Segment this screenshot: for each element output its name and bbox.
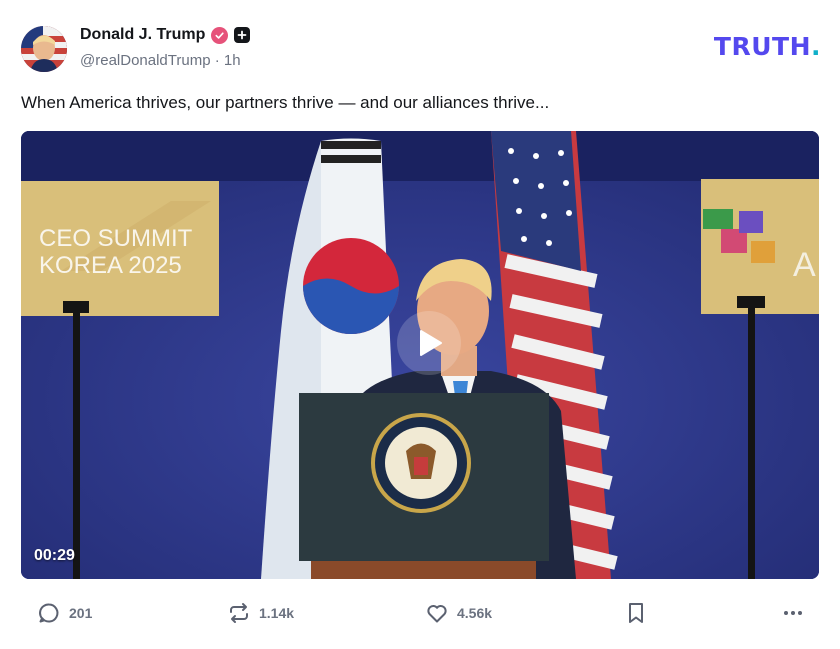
retruth-count: 1.14k (259, 605, 295, 621)
verified-badge-icon (211, 26, 229, 44)
reply-button[interactable]: 201 (37, 598, 92, 628)
post-time[interactable]: 1h (224, 52, 241, 69)
video-player[interactable]: CEO SUMMIT KOREA 2025 A 00:29 (21, 131, 819, 579)
bookmark-icon (629, 603, 643, 623)
banner-right-letter: A (793, 246, 816, 284)
plus-badge-icon (234, 27, 251, 43)
logo-dot: . (811, 32, 821, 61)
bookmark-button[interactable] (625, 598, 647, 628)
post-header: Donald J. Trump @realDonaldTrump · 1h TR… (21, 24, 821, 74)
post-text: When America thrives, our partners thriv… (21, 93, 550, 112)
video-duration: 00:29 (34, 547, 75, 564)
author-name[interactable]: Donald J. Trump (80, 26, 205, 44)
retruth-icon (230, 603, 248, 623)
more-icon (784, 611, 802, 615)
handle-row: @realDonaldTrump · 1h (80, 52, 241, 69)
reply-count: 201 (69, 605, 93, 621)
comment-icon (39, 603, 59, 623)
logo-text: TRUTH (713, 32, 811, 61)
retruth-button[interactable]: 1.14k (227, 598, 294, 628)
action-bar: 201 1.14k 4.56k (21, 598, 819, 630)
heart-icon (427, 605, 447, 623)
truth-logo[interactable]: TRUTH. (714, 32, 821, 61)
separator: · (214, 52, 220, 69)
banner-text-line2: KOREA 2025 (39, 252, 182, 279)
play-button[interactable] (397, 311, 461, 375)
play-icon (420, 330, 442, 356)
author-handle[interactable]: @realDonaldTrump (80, 52, 211, 69)
avatar[interactable] (21, 26, 67, 72)
like-button[interactable]: 4.56k (425, 598, 492, 628)
like-count: 4.56k (457, 605, 493, 621)
banner-text-line1: CEO SUMMIT (39, 225, 193, 252)
more-options-button[interactable] (781, 598, 805, 628)
